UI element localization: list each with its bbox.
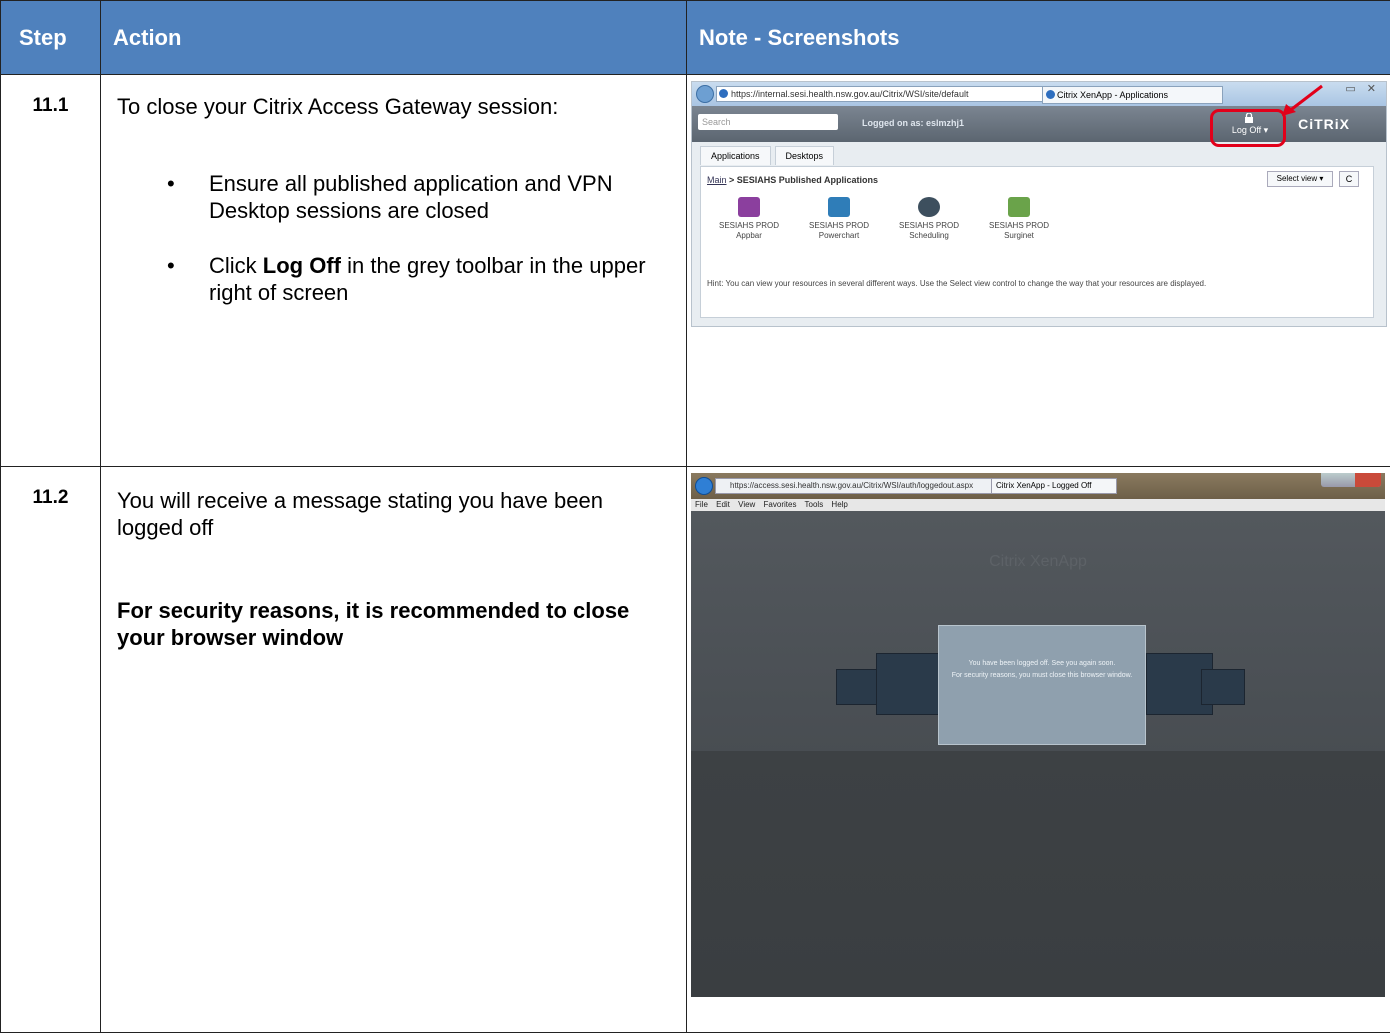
decor-screen	[876, 653, 943, 715]
action-text: You will receive a message stating you h…	[117, 488, 603, 540]
surginet-icon	[1008, 197, 1030, 217]
scheduling-icon	[918, 197, 940, 217]
header-action: Action	[100, 0, 687, 75]
ie-icon	[1046, 90, 1055, 99]
breadcrumb: Main > SESIAHS Published Applications	[707, 175, 878, 185]
browser-tabbar: https://access.sesi.health.nsw.gov.au/Ci…	[691, 473, 1385, 499]
appbar-icon	[738, 197, 760, 217]
address-bar: https://internal.sesi.health.nsw.gov.au/…	[716, 86, 1052, 102]
select-view-button: Select view ▾	[1267, 171, 1333, 187]
step-number: 11.2	[0, 466, 101, 1033]
tab-desktops: Desktops	[774, 146, 835, 165]
screenshot-cell: https://internal.sesi.health.nsw.gov.au/…	[686, 74, 1390, 467]
app-tile: SESIAHS PROD Scheduling	[889, 197, 969, 241]
app-tile: SESIAHS PROD Powerchart	[799, 197, 879, 241]
bullet-item: Click Log Off in the grey toolbar in the…	[167, 252, 672, 306]
red-arrow-icon	[1282, 84, 1323, 116]
action-intro: To close your Citrix Access Gateway sess…	[117, 94, 559, 119]
hint-text: Hint: You can view your resources in sev…	[707, 279, 1207, 288]
window-controls	[1321, 473, 1381, 487]
back-icon	[696, 85, 714, 103]
header-row: Step Action Note - Screenshots	[0, 0, 1390, 75]
resource-tabs: Applications Desktops	[700, 146, 838, 165]
action-cell: To close your Citrix Access Gateway sess…	[100, 74, 687, 467]
applications-panel: Main > SESIAHS Published Applications Se…	[700, 166, 1374, 318]
xenapp-title: Citrix XenApp	[989, 553, 1087, 570]
close-icon	[1355, 473, 1381, 487]
table-row: 11.2 You will receive a message stating …	[0, 466, 1390, 1033]
highlight-circle	[1210, 109, 1286, 147]
menu-bar: File Edit View Favorites Tools Help	[691, 499, 1385, 511]
screenshot-cell: https://access.sesi.health.nsw.gov.au/Ci…	[686, 466, 1390, 1033]
decor-screen	[1201, 669, 1245, 705]
app-tile: SESIAHS PROD Appbar	[709, 197, 789, 241]
header-note: Note - Screenshots	[686, 0, 1390, 75]
refresh-button: C	[1339, 171, 1359, 187]
header-step: Step	[0, 0, 101, 75]
powerchart-icon	[828, 197, 850, 217]
logged-off-dialog: You have been logged off. See you again …	[938, 625, 1146, 745]
security-note: For security reasons, it is recommended …	[117, 598, 630, 650]
citrix-logo: CiTRiX	[1298, 116, 1350, 132]
table-row: 11.1 To close your Citrix Access Gateway…	[0, 74, 1390, 467]
tab-applications: Applications	[700, 146, 771, 165]
ie-icon	[719, 89, 728, 98]
screenshot-xenapp-logged-off: https://access.sesi.health.nsw.gov.au/Ci…	[691, 473, 1385, 997]
floor-background	[691, 751, 1385, 997]
window-controls: ▭ ✕	[1345, 83, 1380, 95]
back-icon	[695, 477, 713, 495]
browser-tab: Citrix XenApp - Applications	[1042, 86, 1223, 104]
step-number: 11.1	[0, 74, 101, 467]
search-input: Search	[698, 114, 838, 130]
action-bullets: Ensure all published application and VPN…	[117, 170, 672, 306]
steps-table: Step Action Note - Screenshots 11.1 To c…	[0, 0, 1390, 1033]
browser-tab: Citrix XenApp - Logged Off	[991, 478, 1117, 494]
action-cell: You will receive a message stating you h…	[100, 466, 687, 1033]
screenshot-xenapp-applications: https://internal.sesi.health.nsw.gov.au/…	[691, 81, 1387, 327]
address-bar: https://access.sesi.health.nsw.gov.au/Ci…	[715, 478, 993, 494]
logged-on-text: Logged on as: eslmzhj1	[862, 118, 965, 128]
bullet-item: Ensure all published application and VPN…	[167, 170, 672, 224]
app-tile: SESIAHS PROD Surginet	[979, 197, 1059, 241]
